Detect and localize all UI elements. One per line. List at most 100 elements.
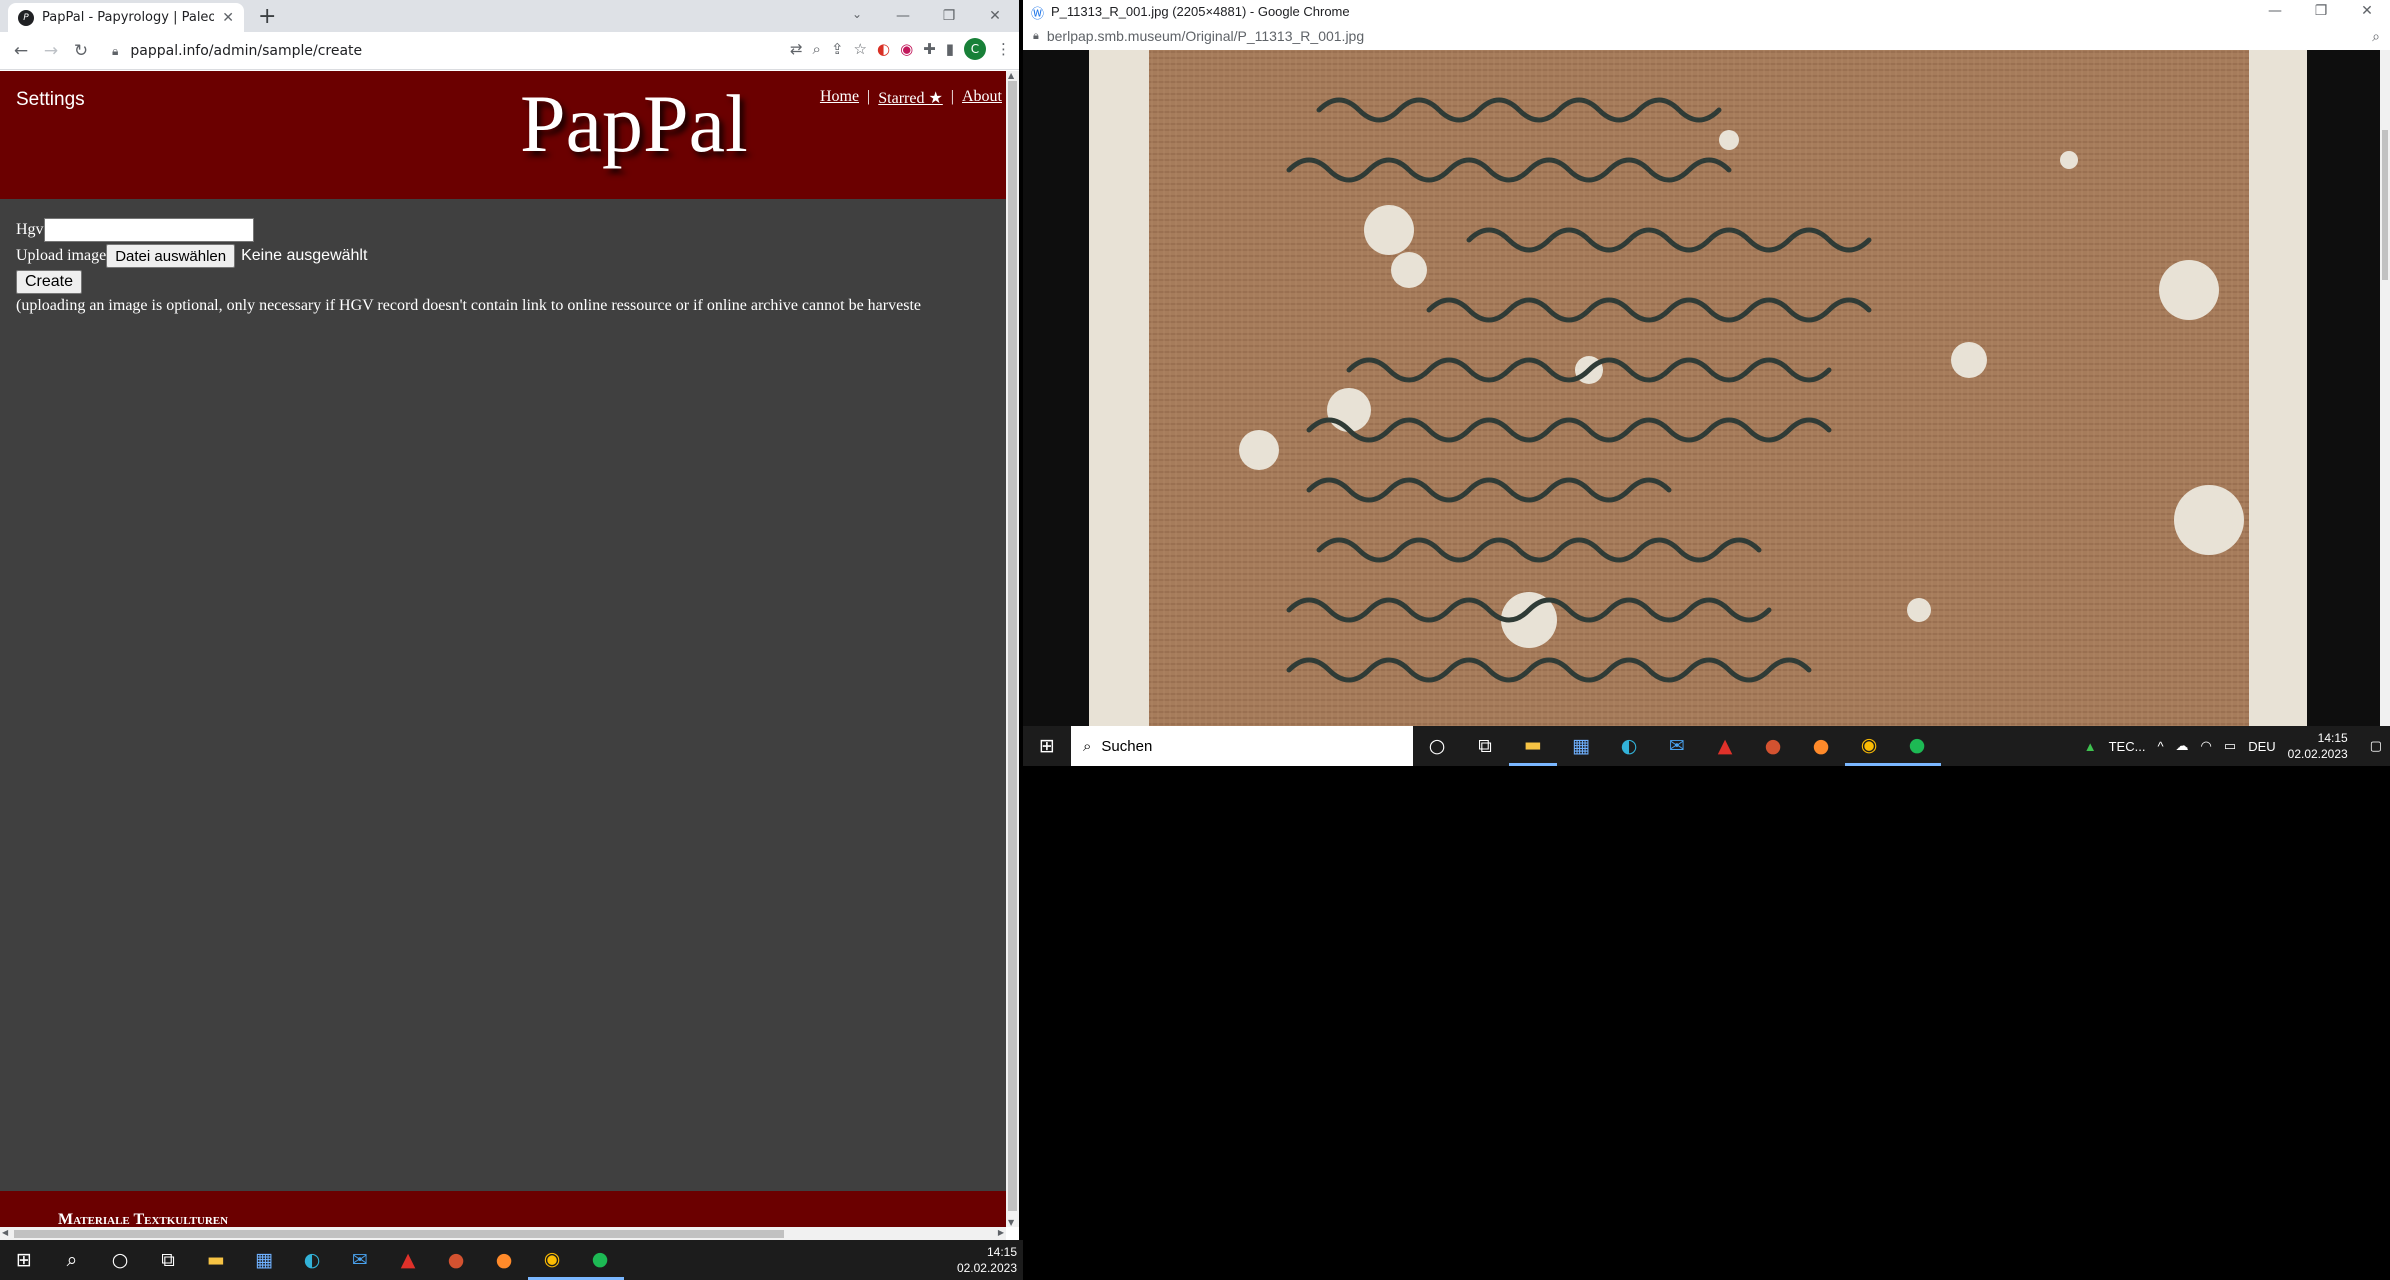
- chart-app-icon[interactable]: ▲: [2084, 739, 2097, 754]
- powerpoint-icon[interactable]: ●: [1749, 726, 1797, 766]
- translate-icon[interactable]: ⇄: [790, 40, 803, 58]
- papyrus-image: [1089, 50, 2307, 726]
- mail-icon[interactable]: ✉: [1653, 726, 1701, 766]
- cortana-icon[interactable]: ○: [96, 1240, 144, 1280]
- nav-separator: |: [950, 88, 954, 105]
- share-icon[interactable]: ⇪: [831, 40, 844, 58]
- firefox-icon[interactable]: ●: [480, 1240, 528, 1280]
- store-icon[interactable]: ▦: [1557, 726, 1605, 766]
- pappal-favicon-icon: P: [18, 9, 34, 26]
- right-address-bar[interactable]: 🔒︎ berlpap.smb.museum/Original/P_11313_R…: [1023, 22, 2390, 50]
- left-clock[interactable]: 14:15 02.02.2023: [957, 1244, 1017, 1276]
- extension-pink-icon[interactable]: ◉: [900, 40, 913, 58]
- page-content: Settings PapPal Home | Starred ★ | About…: [0, 71, 1006, 1228]
- scroll-left-icon[interactable]: ◀: [2, 1228, 8, 1237]
- task-view-icon[interactable]: ⧉: [1461, 726, 1509, 766]
- acrobat-icon[interactable]: ▲: [1701, 726, 1749, 766]
- language-indicator[interactable]: DEU: [2248, 739, 2275, 754]
- tab-pappal[interactable]: P PapPal - Papyrology | Paleography ✕: [8, 3, 244, 32]
- wifi-icon[interactable]: ◠: [2201, 738, 2212, 754]
- horizontal-scroll-thumb[interactable]: [14, 1230, 784, 1238]
- scroll-down-icon[interactable]: ▼: [1008, 1218, 1014, 1227]
- top-navigation: Home | Starred ★ | About: [820, 88, 1002, 108]
- nav-about-link[interactable]: About: [962, 88, 1002, 108]
- close-window-icon[interactable]: ✕: [972, 0, 1018, 32]
- zoom-icon[interactable]: ⌕: [813, 40, 821, 58]
- onedrive-icon[interactable]: ☁: [2176, 738, 2189, 754]
- profile-avatar[interactable]: C: [964, 38, 986, 60]
- minimize-icon[interactable]: —: [880, 0, 926, 32]
- right-vertical-scrollbar[interactable]: [2380, 50, 2390, 726]
- create-button[interactable]: Create: [16, 270, 83, 294]
- header-banner: Settings PapPal Home | Starred ★ | About: [0, 71, 1006, 199]
- back-icon[interactable]: ←: [6, 41, 36, 61]
- extension-red-icon[interactable]: ◐: [877, 40, 890, 58]
- cortana-icon[interactable]: ○: [1413, 726, 1461, 766]
- tray-app-label[interactable]: TEC...: [2109, 739, 2146, 754]
- choose-file-button[interactable]: Datei auswählen: [106, 244, 236, 268]
- zoom-icon[interactable]: ⌕: [2372, 28, 2380, 45]
- scroll-right-icon[interactable]: ▶: [998, 1228, 1004, 1237]
- firefox-icon[interactable]: ●: [1797, 726, 1845, 766]
- system-tray: ▲ TEC... ^ ☁ ◠ ▭ DEU 14:15 02.02.2023 ▢: [2084, 730, 2382, 762]
- tab-strip: P PapPal - Papyrology | Paleography ✕ + …: [0, 0, 1019, 32]
- extensions-puzzle-icon[interactable]: ✚: [923, 40, 936, 58]
- store-icon[interactable]: ▦: [240, 1240, 288, 1280]
- papyrus-image-viewer[interactable]: [1023, 50, 2380, 726]
- spotify-icon[interactable]: ●: [1893, 726, 1941, 766]
- new-tab-icon[interactable]: +: [258, 4, 276, 29]
- settings-link[interactable]: Settings: [16, 89, 85, 111]
- scroll-up-icon[interactable]: ▲: [1008, 71, 1014, 80]
- file-explorer-icon[interactable]: ▬: [192, 1240, 240, 1280]
- upload-note: (uploading an image is optional, only ne…: [16, 297, 921, 314]
- edge-icon[interactable]: ◐: [1605, 726, 1653, 766]
- hgv-label: Hgv: [16, 221, 44, 238]
- vertical-scrollbar[interactable]: ▲ ▼: [1006, 71, 1019, 1227]
- search-icon: ⌕: [1083, 737, 1092, 755]
- right-url-text: berlpap.smb.museum/Original/P_11313_R_00…: [1046, 28, 1365, 44]
- reload-icon[interactable]: ↻: [66, 41, 96, 61]
- left-taskbar: ⊞ ⌕ ○ ⧉ ▬ ▦ ◐ ✉ ▲ ● ● ◉ ● 14:15 02.02.20…: [0, 1240, 1023, 1280]
- side-panel-icon[interactable]: ▮: [946, 40, 954, 58]
- taskbar-search-box[interactable]: ⌕ Suchen: [1071, 726, 1413, 766]
- tray-chevron-icon[interactable]: ^: [2157, 739, 2163, 754]
- search-icon[interactable]: ⌕: [48, 1240, 96, 1280]
- nav-home-link[interactable]: Home: [820, 88, 859, 108]
- address-bar[interactable]: 🔒︎ pappal.info/admin/sample/create: [112, 35, 722, 67]
- upload-image-label: Upload image: [16, 247, 107, 264]
- right-title-bar: Ⓦ P_11313_R_001.jpg (2205×4881) - Google…: [1023, 0, 2390, 22]
- bookmark-star-icon[interactable]: ☆: [854, 40, 867, 58]
- chrome-icon[interactable]: ◉: [528, 1240, 576, 1280]
- notification-icon[interactable]: ▢: [2370, 738, 2382, 754]
- footer-banner: Materiale Textkulturen: [0, 1191, 1006, 1228]
- chrome-icon[interactable]: ◉: [1845, 726, 1893, 766]
- windows-start-icon[interactable]: ⊞: [1023, 726, 1071, 766]
- right-clock[interactable]: 14:15 02.02.2023: [2288, 730, 2348, 762]
- horizontal-scrollbar[interactable]: ◀ ▶: [0, 1227, 1006, 1240]
- restore-icon[interactable]: ❐: [926, 0, 972, 32]
- search-placeholder: Suchen: [1101, 737, 1153, 755]
- tab-search-icon[interactable]: ⌄: [852, 7, 862, 21]
- edge-icon[interactable]: ◐: [288, 1240, 336, 1280]
- vertical-scroll-thumb[interactable]: [1008, 81, 1017, 1211]
- browser-toolbar: ← → ↻ 🔒︎ pappal.info/admin/sample/create…: [0, 32, 1019, 70]
- battery-icon[interactable]: ▭: [2224, 738, 2236, 754]
- acrobat-icon[interactable]: ▲: [384, 1240, 432, 1280]
- forward-icon[interactable]: →: [36, 41, 66, 61]
- create-sample-form: Hgv Upload image Datei auswählen Keine a…: [16, 217, 921, 315]
- mail-icon[interactable]: ✉: [336, 1240, 384, 1280]
- close-tab-icon[interactable]: ✕: [222, 10, 234, 26]
- nav-separator: |: [867, 88, 871, 105]
- clock-time: 14:15: [2317, 731, 2348, 745]
- task-view-icon[interactable]: ⧉: [144, 1240, 192, 1280]
- clock-date: 02.02.2023: [956, 1261, 1017, 1275]
- spotify-icon[interactable]: ●: [576, 1240, 624, 1280]
- nav-starred-link[interactable]: Starred ★: [878, 88, 943, 108]
- menu-kebab-icon[interactable]: ⋮: [996, 40, 1011, 58]
- powerpoint-icon[interactable]: ●: [432, 1240, 480, 1280]
- file-explorer-icon[interactable]: ▬: [1509, 726, 1557, 766]
- clock-time: 14:15: [986, 1245, 1017, 1259]
- hgv-input[interactable]: [43, 218, 254, 242]
- windows-start-icon[interactable]: ⊞: [0, 1240, 48, 1280]
- right-scroll-thumb[interactable]: [2382, 130, 2388, 280]
